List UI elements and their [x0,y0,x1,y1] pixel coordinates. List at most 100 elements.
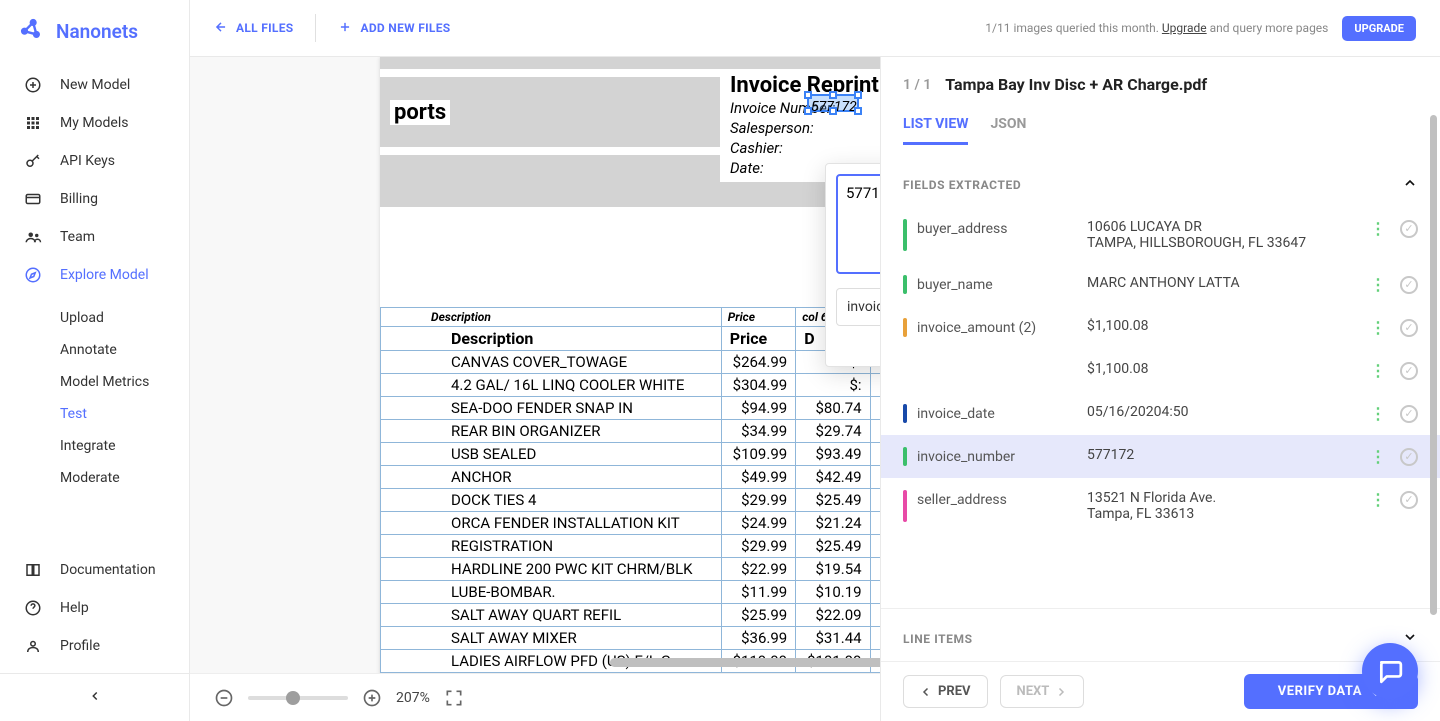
zoom-slider-thumb[interactable] [286,691,300,705]
field-color-bar [903,404,907,423]
field-approve-button[interactable]: ✓ [1400,220,1418,238]
brand[interactable]: Nanonets [0,0,189,58]
field-value: MARC ANTHONY LATTA [1087,275,1360,291]
subnav: Upload Annotate Model Metrics Test Integ… [0,302,189,494]
field-value: 13521 N Florida Ave. Tampa, FL 33613 [1087,490,1360,522]
tab-json[interactable]: JSON [990,116,1026,145]
zoom-out-button[interactable] [214,688,234,708]
nav-new-model[interactable]: New Model [0,66,189,104]
fields-list: buyer_address10606 LUCAYA DR TAMPA, HILL… [881,207,1440,608]
fields-extracted-collapse-button[interactable] [1402,175,1418,195]
nav-label: Help [60,600,89,616]
table-row: CANVAS COVER_TOWAGE$264.99$! [381,351,881,374]
fullscreen-button[interactable] [444,688,464,708]
field-menu-button[interactable]: ⋮ [1370,404,1386,423]
field-row[interactable]: invoice_date05/16/20204:50⋮✓ [881,392,1440,435]
subnav-moderate[interactable]: Moderate [60,462,189,494]
nav-api-keys[interactable]: API Keys [0,142,189,180]
field-approve-button[interactable]: ✓ [1400,276,1418,294]
field-approve-button[interactable]: ✓ [1400,491,1418,509]
field-menu-button[interactable]: ⋮ [1370,490,1386,509]
field-value: 577172 [1087,447,1360,463]
annotation-field-select[interactable]: invoice_number [836,288,880,326]
subnav-model-metrics[interactable]: Model Metrics [60,366,189,398]
nav-profile[interactable]: Profile [0,627,189,665]
table-row: LUBE-BOMBAR.$11.99$10.19$10.19OIL [381,581,881,604]
chevron-left-icon [88,688,102,707]
field-menu-button[interactable]: ⋮ [1370,361,1386,380]
field-color-bar [903,318,907,337]
th-price-small: Price [721,308,795,327]
table-row: REAR BIN ORGANIZER$34.99$29.74$29.74KAWB… [381,420,881,443]
field-approve-button[interactable]: ✓ [1400,362,1418,380]
th-desc-small: Description [381,308,722,327]
field-menu-button[interactable]: ⋮ [1370,219,1386,238]
field-row[interactable]: buyer_name MARC ANTHONY LATTA ⋮ ✓ [881,263,1440,306]
field-row[interactable]: seller_address 13521 N Florida Ave. Tampa… [881,478,1440,534]
annotation-value-input[interactable] [836,174,880,274]
th-description: Description [381,327,722,351]
nav-explore-model[interactable]: Explore Model [0,256,189,294]
viewer-horizontal-scrollbar[interactable] [610,658,880,667]
chat-widget-button[interactable] [1362,643,1418,699]
field-row[interactable]: invoice_number577172⋮✓ [881,435,1440,478]
field-value: $1,100.08 [1087,361,1360,377]
field-approve-button[interactable]: ✓ [1400,448,1418,466]
zoom-percent: 207% [396,690,430,706]
field-menu-button[interactable]: ⋮ [1370,275,1386,294]
card-icon [24,190,42,208]
panel-footer: PREV NEXT VERIFY DATA [881,661,1440,721]
field-approve-button[interactable]: ✓ [1400,405,1418,423]
field-name: seller_address [917,490,1077,508]
field-color-bar [903,447,907,466]
next-button[interactable]: NEXT [1000,675,1085,708]
subnav-test[interactable]: Test [60,398,189,430]
field-name: buyer_name [917,275,1077,293]
field-row[interactable]: $1,100.08 ⋮ ✓ [881,349,1440,392]
nav-team[interactable]: Team [0,218,189,256]
subnav-annotate[interactable]: Annotate [60,334,189,366]
all-files-label: ALL FILES [236,21,293,35]
annotation-popover: × invoice_number SAVE [825,163,880,367]
field-color-bar [903,361,907,380]
nav-label: My Models [60,115,128,131]
grid-icon [24,114,42,132]
table-row: ANCHOR$49.99$42.49$42.49KI-7 [381,466,881,489]
add-new-label: ADD NEW FILES [360,21,450,35]
doc-title-left: ports [390,100,450,125]
subnav-integrate[interactable]: Integrate [60,430,189,462]
sidebar-collapse-button[interactable] [0,673,189,721]
field-menu-button[interactable]: ⋮ [1370,318,1386,337]
quota-upgrade-link[interactable]: Upgrade [1162,21,1207,35]
nav-help[interactable]: Help [0,589,189,627]
nav-label: Profile [60,638,100,654]
nav-label: Documentation [60,562,156,578]
annotation-bbox-invoice-number[interactable]: 577172 [807,94,859,112]
team-icon [24,228,42,246]
nav-my-models[interactable]: My Models [0,104,189,142]
field-menu-button[interactable]: ⋮ [1370,447,1386,466]
all-files-button[interactable]: ALL FILES [214,20,293,37]
nav-documentation[interactable]: Documentation [0,551,189,589]
nav-label: Explore Model [60,267,149,283]
brand-name: Nanonets [56,20,138,43]
upgrade-button[interactable]: UPGRADE [1342,16,1416,41]
document-viewer: ports Invoice Reprint Invoice Number: [190,57,880,721]
topbar: ALL FILES ADD NEW FILES 1/11 images quer… [190,0,1440,57]
add-new-files-button[interactable]: ADD NEW FILES [338,20,450,37]
subnav-upload[interactable]: Upload [60,302,189,334]
tab-list-view[interactable]: LIST VIEW [903,116,968,145]
table-row: USB SEALED$109.99$93.49$93.49SDPWC-3-C [381,443,881,466]
key-icon [24,152,42,170]
field-approve-button[interactable]: ✓ [1400,319,1418,337]
field-row[interactable]: invoice_amount (2)$1,100.08⋮✓ [881,306,1440,349]
book-icon [24,561,42,579]
zoom-slider[interactable] [248,696,348,700]
zoom-in-button[interactable] [362,688,382,708]
document-page[interactable]: ports Invoice Reprint Invoice Number: [380,57,880,673]
nav-label: API Keys [60,153,115,169]
nav-billing[interactable]: Billing [0,180,189,218]
field-row[interactable]: buyer_address10606 LUCAYA DR TAMPA, HILL… [881,207,1440,263]
prev-button[interactable]: PREV [903,675,988,708]
field-name: buyer_address [917,219,1077,237]
